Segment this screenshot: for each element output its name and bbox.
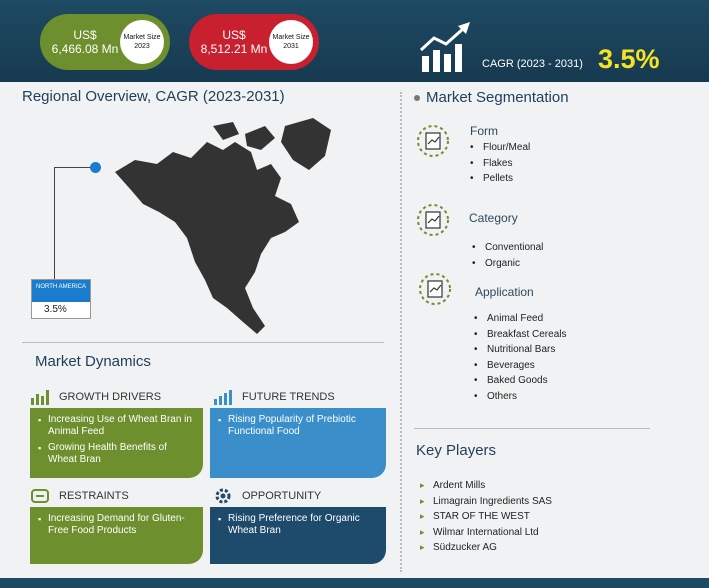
growth-chart-icon [419,22,470,72]
category-segment-icon [417,204,449,236]
divider-left [22,342,384,343]
gear-icon [215,488,231,504]
restraints-title: RESTRAINTS [59,490,129,502]
application-list: Animal Feed Breakfast Cereals Nutritiona… [474,311,566,404]
future-trends-header: FUTURE TRENDS [213,388,335,406]
application-item: Beverages [474,358,566,374]
market-size-2031-value: US$ 8,512.21 Mn [200,28,268,56]
application-title: Application [475,285,534,299]
category-list: Conventional Organic [472,240,543,271]
form-item: Pellets [470,171,530,187]
footer-bar [0,578,709,588]
region-cagr: 3.5% [44,304,67,315]
opportunity-title: OPPORTUNITY [242,490,322,502]
market-size-2023-label: Market Size 2023 [120,20,164,64]
growth-drivers-box: Increasing Use of Wheat Bran in Animal F… [30,408,203,478]
map-location-dot [90,162,101,173]
market-size-2023-value: US$ 6,466.08 Mn [51,28,119,56]
form-item: Flour/Meal [470,140,530,156]
market-size-2031-pill: US$ 8,512.21 Mn Market Size 2031 [189,14,319,70]
market-segmentation-title-text: Market Segmentation [426,89,569,106]
header-banner: US$ 6,466.08 Mn Market Size 2023 US$ 8,5… [0,0,709,82]
bar-chart-icon [31,390,49,405]
opportunity-item: Rising Preference for Organic Wheat Bran [218,513,378,537]
restraints-box: Increasing Demand for Gluten-Free Food P… [30,507,203,564]
form-segment-icon [417,125,449,157]
restraints-header: RESTRAINTS [30,487,129,505]
cagr-value: 3.5% [598,44,660,74]
key-players-title: Key Players [416,442,497,459]
vertical-divider [400,92,402,572]
application-item: Breakfast Cereals [474,327,566,343]
divider-right [414,428,650,429]
bullet-dot [414,95,420,102]
market-size-2023-pill: US$ 6,466.08 Mn Market Size 2023 [40,14,170,70]
market-dynamics-title: Market Dynamics [35,353,151,370]
key-player-item: STAR OF THE WEST [420,509,552,525]
market-size-2031-label: Market Size 2031 [269,20,313,64]
growth-driver-item: Increasing Use of Wheat Bran in Animal F… [38,414,195,438]
key-players-list: Ardent Mills Limagrain Ingredients SAS S… [420,478,552,556]
region-badge-north-america: NORTH AMERICA 3.5% [31,279,91,319]
growth-drivers-header: GROWTH DRIVERS [30,388,161,406]
opportunity-box: Rising Preference for Organic Wheat Bran [210,507,386,564]
category-title: Category [469,211,518,225]
north-america-map [115,118,331,334]
restraint-item: Increasing Demand for Gluten-Free Food P… [38,513,195,537]
form-list: Flour/Meal Flakes Pellets [470,140,530,187]
form-title: Form [470,124,498,138]
cagr-label: CAGR (2023 - 2031) [482,58,583,70]
application-item: Baked Goods [474,373,566,389]
growth-drivers-title: GROWTH DRIVERS [59,391,162,403]
key-player-item: Ardent Mills [420,478,552,494]
future-trends-title: FUTURE TRENDS [242,391,335,403]
application-item: Animal Feed [474,311,566,327]
application-segment-icon [419,273,451,305]
future-trend-item: Rising Popularity of Prebiotic Functiona… [218,414,378,438]
opportunity-header: OPPORTUNITY [213,487,321,505]
growth-driver-item: Growing Health Benefits of Wheat Bran [38,442,195,466]
key-player-item: Limagrain Ingredients SAS [420,494,552,510]
link-icon [31,489,49,503]
key-player-item: Südzucker AG [420,540,552,556]
category-item: Conventional [472,240,543,256]
form-item: Flakes [470,156,530,172]
region-name: NORTH AMERICA [32,280,90,302]
trend-chart-icon [214,390,232,405]
future-trends-box: Rising Popularity of Prebiotic Functiona… [210,408,386,478]
map-connector-line [54,167,96,279]
key-player-item: Wilmar International Ltd [420,525,552,541]
market-segmentation-title: Market Segmentation [414,89,569,106]
application-item: Nutritional Bars [474,342,566,358]
regional-overview-title: Regional Overview, CAGR (2023-2031) [22,88,285,105]
category-item: Organic [472,256,543,272]
application-item: Others [474,389,566,405]
